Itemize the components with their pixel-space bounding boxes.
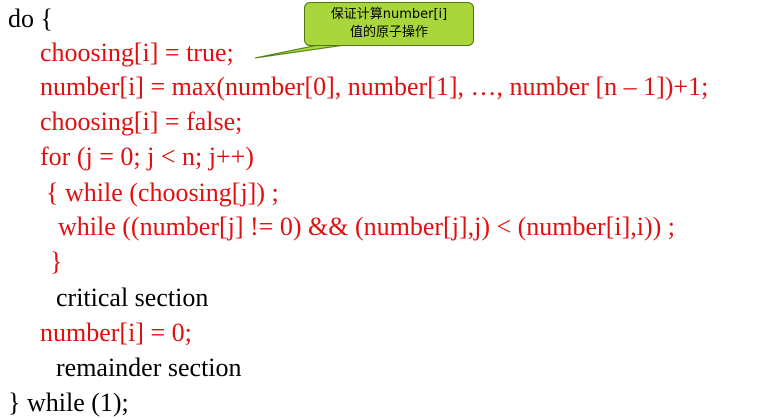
- code-line-for-loop: for (j = 0; j < n; j++): [40, 142, 254, 171]
- code-line-remainder-section: remainder section: [56, 353, 242, 382]
- callout-line-2: 值的原子操作: [349, 25, 428, 40]
- code-line-number-max: number[i] = max(number[0], number[1], …,…: [40, 72, 709, 101]
- code-line-number-reset: number[i] = 0;: [40, 318, 192, 347]
- code-line-while-end: } while (1);: [8, 388, 129, 417]
- annotation-callout: 保证计算number[i] 值的原子操作: [304, 2, 474, 46]
- callout-line-1: 保证计算number[i]: [330, 7, 448, 22]
- code-line-critical-section: critical section: [56, 283, 209, 312]
- code-line-choosing-false: choosing[i] = false;: [40, 107, 243, 136]
- code-line-while-number: while ((number[j] != 0) && (number[j],j)…: [58, 212, 676, 241]
- code-line-while-choosing: { while (choosing[j]) ;: [46, 178, 279, 207]
- code-line-do: do {: [8, 4, 53, 33]
- code-line-close-brace: }: [50, 247, 63, 276]
- code-line-choosing-true: choosing[i] = true;: [40, 38, 234, 67]
